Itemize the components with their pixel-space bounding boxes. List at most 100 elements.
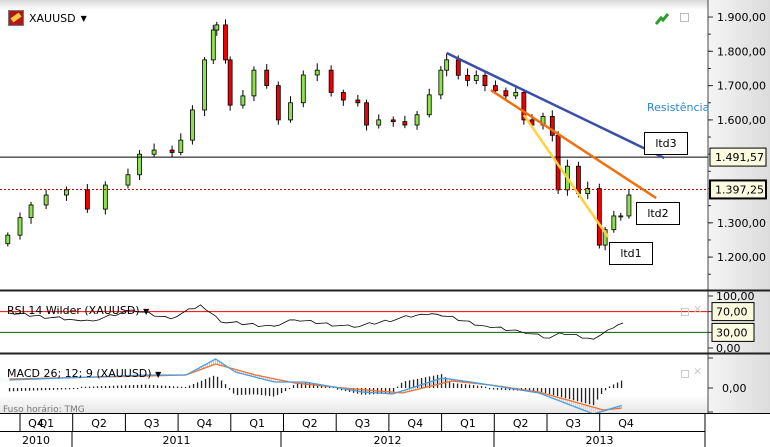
- year-label: 2010: [22, 434, 50, 447]
- candle-body: [214, 24, 220, 31]
- price-tick-label: 1.300,00: [717, 217, 766, 230]
- candle-body: [17, 217, 23, 236]
- rsi-maximize-icon[interactable]: [681, 308, 689, 316]
- symbol-label: XAUUSD: [29, 11, 76, 25]
- price-marker-label: 1.491,57: [715, 151, 764, 164]
- macd-tick-label: 0,00: [722, 382, 747, 395]
- quarter-label: Q4: [197, 417, 213, 430]
- candle-body: [402, 121, 408, 126]
- price-tick-label: 1.800,00: [717, 45, 766, 58]
- chevron-down-icon[interactable]: ▼: [143, 307, 149, 316]
- macd-maximize-icon[interactable]: [681, 370, 689, 378]
- quarter-label: Q3: [144, 417, 160, 430]
- rsi-close-icon[interactable]: ✕: [693, 303, 702, 316]
- candle-body: [328, 69, 334, 93]
- chevron-down-icon[interactable]: ▼: [155, 370, 161, 379]
- chevron-down-icon[interactable]: ▼: [81, 14, 87, 23]
- macd-title-text: MACD 26; 12; 9 (XAUUSD): [7, 367, 152, 380]
- quarter-label: Q4: [407, 417, 423, 430]
- trend-up-icon[interactable]: [654, 10, 670, 25]
- candle-body: [438, 69, 444, 96]
- candle-body: [190, 109, 195, 141]
- macd-close-icon[interactable]: ✕: [693, 365, 702, 378]
- header-bar: [0, 0, 708, 10]
- quarter-label: Q3: [355, 417, 371, 430]
- quarter-label: Q2: [91, 417, 107, 430]
- trendline-ltd3[interactable]: [446, 51, 665, 160]
- candle-body: [202, 59, 207, 111]
- candle-body: [125, 174, 131, 186]
- rsi-title-text: RSI 14 Wilder (XAUUSD): [7, 304, 140, 317]
- quarter-label: Q1: [249, 417, 265, 430]
- candle-body: [300, 74, 306, 104]
- rsi-tick-label: 30,00: [716, 326, 748, 339]
- trendline-label-ltd1[interactable]: ltd1: [609, 242, 653, 265]
- candle-body: [626, 194, 632, 217]
- rsi-tick-label: 70,00: [716, 306, 748, 319]
- candle-body: [611, 215, 617, 231]
- trendline-label-ltd2[interactable]: ltd2: [636, 202, 680, 225]
- candle-body: [169, 149, 175, 153]
- candle-body: [84, 189, 90, 210]
- symbol-selector[interactable]: XAUUSD ▼: [8, 10, 87, 26]
- candle-body: [513, 92, 519, 97]
- price-marker-label: 1.397,25: [715, 183, 764, 196]
- resistance-label: Resistência: [647, 101, 710, 114]
- candle-body: [364, 102, 369, 126]
- price-tick-label: 1.200,00: [717, 251, 766, 264]
- trendline-label-ltd3[interactable]: ltd3: [644, 132, 688, 155]
- quarter-label: Q1: [460, 417, 476, 430]
- candle-body: [5, 234, 11, 245]
- candle-body: [482, 74, 488, 86]
- candle-body: [414, 114, 420, 126]
- candle-body: [473, 74, 479, 81]
- candle-body: [455, 59, 461, 76]
- candle-body: [288, 102, 293, 121]
- candle-body: [465, 74, 470, 81]
- candle-body: [596, 188, 602, 246]
- timezone-label: Fuso horário: TMG: [3, 405, 85, 415]
- rsi-tick-label: 0,00: [716, 342, 741, 355]
- candle-body: [240, 95, 246, 106]
- chart-window: 100,00 70,00 30,00 0,00 0,00 Q4 Q1 Q2 Q3 Q4 Q1 Q2…: [0, 0, 770, 447]
- quarter-label: Q1: [39, 417, 55, 430]
- macd-title[interactable]: MACD 26; 12; 9 (XAUUSD) ▼: [7, 367, 161, 380]
- trendline-ltd2[interactable]: [490, 89, 657, 200]
- candle-body: [227, 59, 233, 106]
- year-label: 2011: [163, 434, 191, 447]
- candle-body: [376, 119, 382, 126]
- candle-body: [503, 90, 509, 97]
- maximize-icon[interactable]: [680, 13, 689, 22]
- price-tick-label: 1.600,00: [717, 114, 766, 127]
- candle-body: [275, 85, 281, 121]
- year-label: 2012: [374, 434, 402, 447]
- candle-body: [264, 69, 270, 87]
- trendline-ltd1[interactable]: [522, 114, 610, 238]
- candle-body: [314, 69, 320, 76]
- price-tick-label: 1.900,00: [717, 11, 766, 24]
- quarter-label: Q2: [513, 417, 529, 430]
- price-tick-label: 1.700,00: [717, 80, 766, 93]
- quarter-label: Q2: [302, 417, 318, 430]
- candle-body: [43, 194, 49, 206]
- candle-body: [426, 94, 432, 116]
- year-label: 2013: [586, 434, 614, 447]
- candle-body: [64, 189, 69, 196]
- candle-body: [390, 119, 396, 123]
- candle-body: [251, 69, 257, 97]
- candle-body: [355, 99, 361, 104]
- candle-body: [493, 85, 498, 92]
- quarter-label: Q3: [566, 417, 582, 430]
- rsi-title[interactable]: RSI 14 Wilder (XAUUSD) ▼: [7, 304, 149, 317]
- candle-body: [210, 29, 216, 61]
- candle-body: [28, 204, 34, 219]
- candle-body: [444, 59, 450, 71]
- candle-body: [151, 149, 157, 155]
- rsi-tick-label: 100,00: [716, 290, 755, 303]
- candle-body: [223, 24, 228, 61]
- gold-bar-icon: [8, 10, 24, 26]
- quarter-label: Q4: [618, 417, 634, 430]
- candle-body: [178, 139, 184, 153]
- candle-body: [618, 215, 624, 218]
- candle-body: [102, 184, 108, 210]
